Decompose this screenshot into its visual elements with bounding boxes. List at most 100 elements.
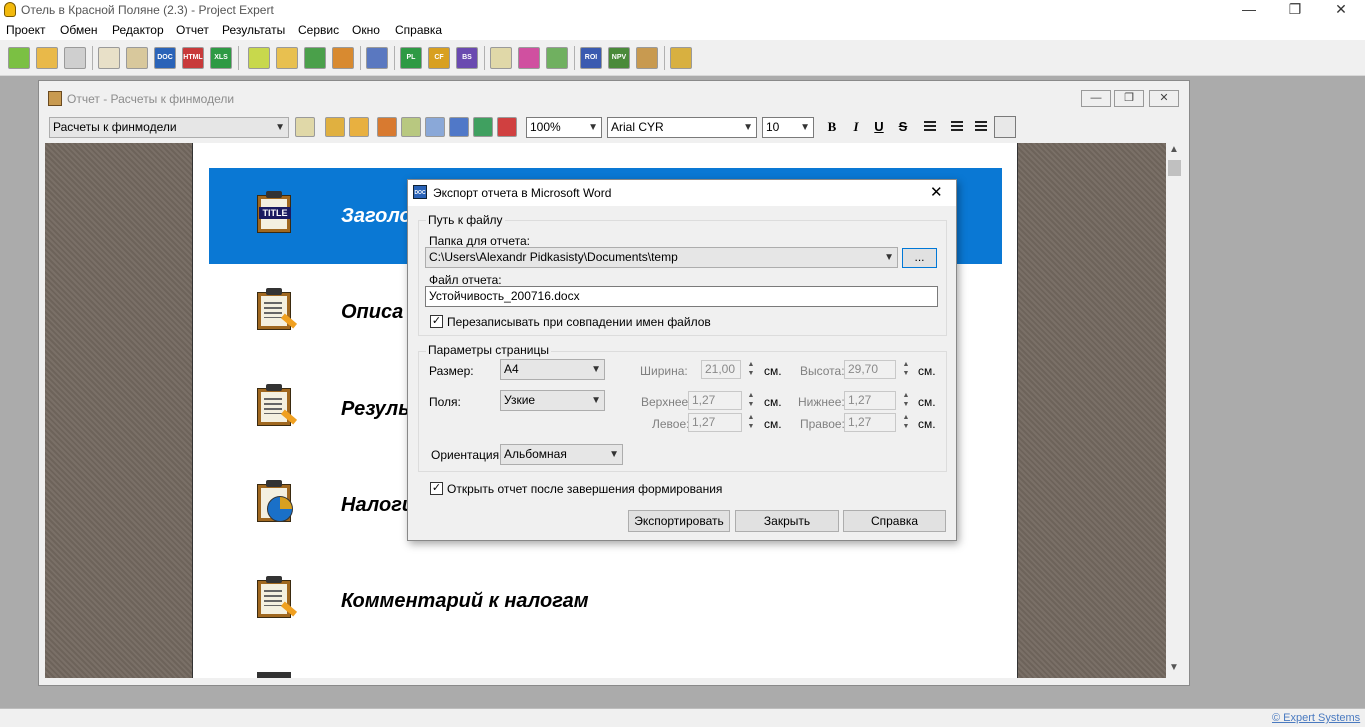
roi-icon[interactable]: ROI bbox=[580, 47, 602, 69]
menu-service[interactable]: Сервис bbox=[298, 23, 339, 37]
report-close-button[interactable]: ✕ bbox=[1149, 90, 1179, 107]
export-xls-icon[interactable]: XLS bbox=[210, 47, 232, 69]
copyright-link[interactable]: © Expert Systems bbox=[1272, 712, 1360, 724]
chevron-down-icon: ▼ bbox=[609, 449, 619, 460]
edit-pencil-icon[interactable] bbox=[276, 47, 298, 69]
align-justify-icon[interactable] bbox=[994, 116, 1016, 138]
checklist-icon[interactable] bbox=[248, 47, 270, 69]
close-button[interactable]: ✕ bbox=[1318, 0, 1364, 20]
calculator-icon[interactable] bbox=[670, 47, 692, 69]
user-icon[interactable] bbox=[518, 47, 540, 69]
height-spinner[interactable]: ▲ ▼ bbox=[900, 360, 912, 379]
underline-button[interactable]: U bbox=[869, 117, 889, 137]
font-size-select[interactable]: 10 ▼ bbox=[762, 117, 814, 138]
left-margin-spinner[interactable]: ▲ ▼ bbox=[745, 413, 757, 432]
report-module-icon[interactable] bbox=[377, 117, 397, 137]
maximize-button[interactable]: ❐ bbox=[1272, 0, 1318, 20]
report-minimize-button[interactable]: — bbox=[1081, 90, 1111, 107]
report-table-icon[interactable] bbox=[401, 117, 421, 137]
export-html-icon[interactable]: HTML bbox=[182, 47, 204, 69]
scroll-up-icon[interactable]: ▲ bbox=[1169, 144, 1179, 155]
size-select[interactable]: A4 ▼ bbox=[500, 359, 605, 380]
report-add-icon[interactable] bbox=[473, 117, 493, 137]
profit-loss-icon[interactable]: PL bbox=[400, 47, 422, 69]
modules-icon[interactable] bbox=[332, 47, 354, 69]
folder-select[interactable]: C:\Users\Alexandr Pidkasisty\Documents\t… bbox=[425, 247, 898, 268]
section-taxes[interactable]: Налоги bbox=[341, 494, 414, 517]
file-name-input[interactable]: Устойчивость_200716.docx bbox=[425, 286, 938, 307]
open-folder-icon[interactable] bbox=[36, 47, 58, 69]
menu-project[interactable]: Проект bbox=[6, 23, 46, 37]
image-icon[interactable] bbox=[546, 47, 568, 69]
balance-sheet-icon[interactable]: BS bbox=[456, 47, 478, 69]
margins-value: Узкие bbox=[504, 393, 536, 407]
report-restore-button[interactable]: ❐ bbox=[1114, 90, 1144, 107]
report-clipboard-icon[interactable] bbox=[636, 47, 658, 69]
report-open-icon[interactable] bbox=[349, 117, 369, 137]
new-project-icon[interactable] bbox=[8, 47, 30, 69]
minimize-button[interactable]: — bbox=[1226, 0, 1272, 20]
height-input[interactable]: 29,70 bbox=[844, 360, 896, 379]
align-left-icon[interactable] bbox=[924, 121, 936, 133]
close-dialog-button[interactable]: Закрыть bbox=[735, 510, 839, 532]
export-button[interactable]: Экспортировать bbox=[628, 510, 730, 532]
bold-button[interactable]: B bbox=[822, 117, 842, 137]
width-spinner[interactable]: ▲ ▼ bbox=[745, 360, 757, 379]
money-icon[interactable] bbox=[304, 47, 326, 69]
orientation-select[interactable]: Альбомная ▼ bbox=[500, 444, 623, 465]
right-margin-input[interactable]: 1,27 bbox=[844, 413, 896, 432]
bottom-margin-spinner[interactable]: ▲ ▼ bbox=[900, 391, 912, 410]
preview-icon[interactable] bbox=[98, 47, 120, 69]
section-title[interactable]: Заголо bbox=[341, 205, 412, 228]
align-right-icon[interactable] bbox=[975, 121, 987, 133]
top-margin-unit: см. bbox=[764, 395, 782, 409]
section-results[interactable]: Резуль bbox=[341, 398, 410, 421]
menu-editor[interactable]: Редактор bbox=[112, 23, 164, 37]
right-margin-spinner[interactable]: ▲ ▼ bbox=[900, 413, 912, 432]
report-users-icon[interactable] bbox=[449, 117, 469, 137]
report-window-title: Отчет - Расчеты к финмодели bbox=[67, 92, 235, 106]
top-margin-input[interactable]: 1,27 bbox=[688, 391, 742, 410]
cash-flow-icon[interactable]: CF bbox=[428, 47, 450, 69]
italic-button[interactable]: I bbox=[846, 117, 866, 137]
chevron-down-icon: ▼ bbox=[884, 252, 894, 263]
print-icon[interactable] bbox=[126, 47, 148, 69]
align-center-icon[interactable] bbox=[951, 121, 963, 133]
strikethrough-button[interactable]: S bbox=[893, 117, 913, 137]
section-description[interactable]: Описа bbox=[341, 301, 403, 324]
menu-exchange[interactable]: Обмен bbox=[60, 23, 98, 37]
report-select[interactable]: Расчеты к финмодели ▼ bbox=[49, 117, 289, 138]
size-label: Размер: bbox=[429, 364, 474, 378]
bottom-margin-input[interactable]: 1,27 bbox=[844, 391, 896, 410]
dialog-close-button[interactable]: ✕ bbox=[930, 183, 943, 201]
scroll-thumb[interactable] bbox=[1168, 160, 1181, 176]
width-input[interactable]: 21,00 bbox=[701, 360, 741, 379]
open-after-checkbox[interactable]: ✓ bbox=[430, 482, 443, 495]
scroll-down-icon[interactable]: ▼ bbox=[1169, 662, 1179, 673]
calculate-icon[interactable] bbox=[366, 47, 388, 69]
bottom-margin-label: Нижнее: bbox=[798, 395, 845, 409]
margins-select[interactable]: Узкие ▼ bbox=[500, 390, 605, 411]
overwrite-checkbox[interactable]: ✓ bbox=[430, 315, 443, 328]
report-move-icon[interactable] bbox=[425, 117, 445, 137]
vertical-scrollbar[interactable]: ▲ ▼ bbox=[1166, 143, 1183, 678]
report-settings-icon[interactable] bbox=[325, 117, 345, 137]
export-doc-icon[interactable]: DOC bbox=[154, 47, 176, 69]
analysis-icon[interactable] bbox=[490, 47, 512, 69]
section-tax-comments[interactable]: Комментарий к налогам bbox=[341, 590, 589, 613]
left-margin-input[interactable]: 1,27 bbox=[688, 413, 742, 432]
browse-button[interactable]: ... bbox=[902, 248, 937, 268]
menu-window[interactable]: Окно bbox=[352, 23, 380, 37]
save-icon[interactable] bbox=[64, 47, 86, 69]
font-select[interactable]: Arial CYR ▼ bbox=[607, 117, 757, 138]
report-list-icon[interactable] bbox=[295, 117, 315, 137]
zoom-select[interactable]: 100% ▼ bbox=[526, 117, 602, 138]
report-delete-icon[interactable] bbox=[497, 117, 517, 137]
top-margin-spinner[interactable]: ▲ ▼ bbox=[745, 391, 757, 410]
menu-report[interactable]: Отчет bbox=[176, 23, 209, 37]
notes-clipboard-icon bbox=[255, 288, 298, 330]
menu-results[interactable]: Результаты bbox=[222, 23, 285, 37]
help-button[interactable]: Справка bbox=[843, 510, 946, 532]
npv-icon[interactable]: NPV bbox=[608, 47, 630, 69]
menu-help[interactable]: Справка bbox=[395, 23, 442, 37]
